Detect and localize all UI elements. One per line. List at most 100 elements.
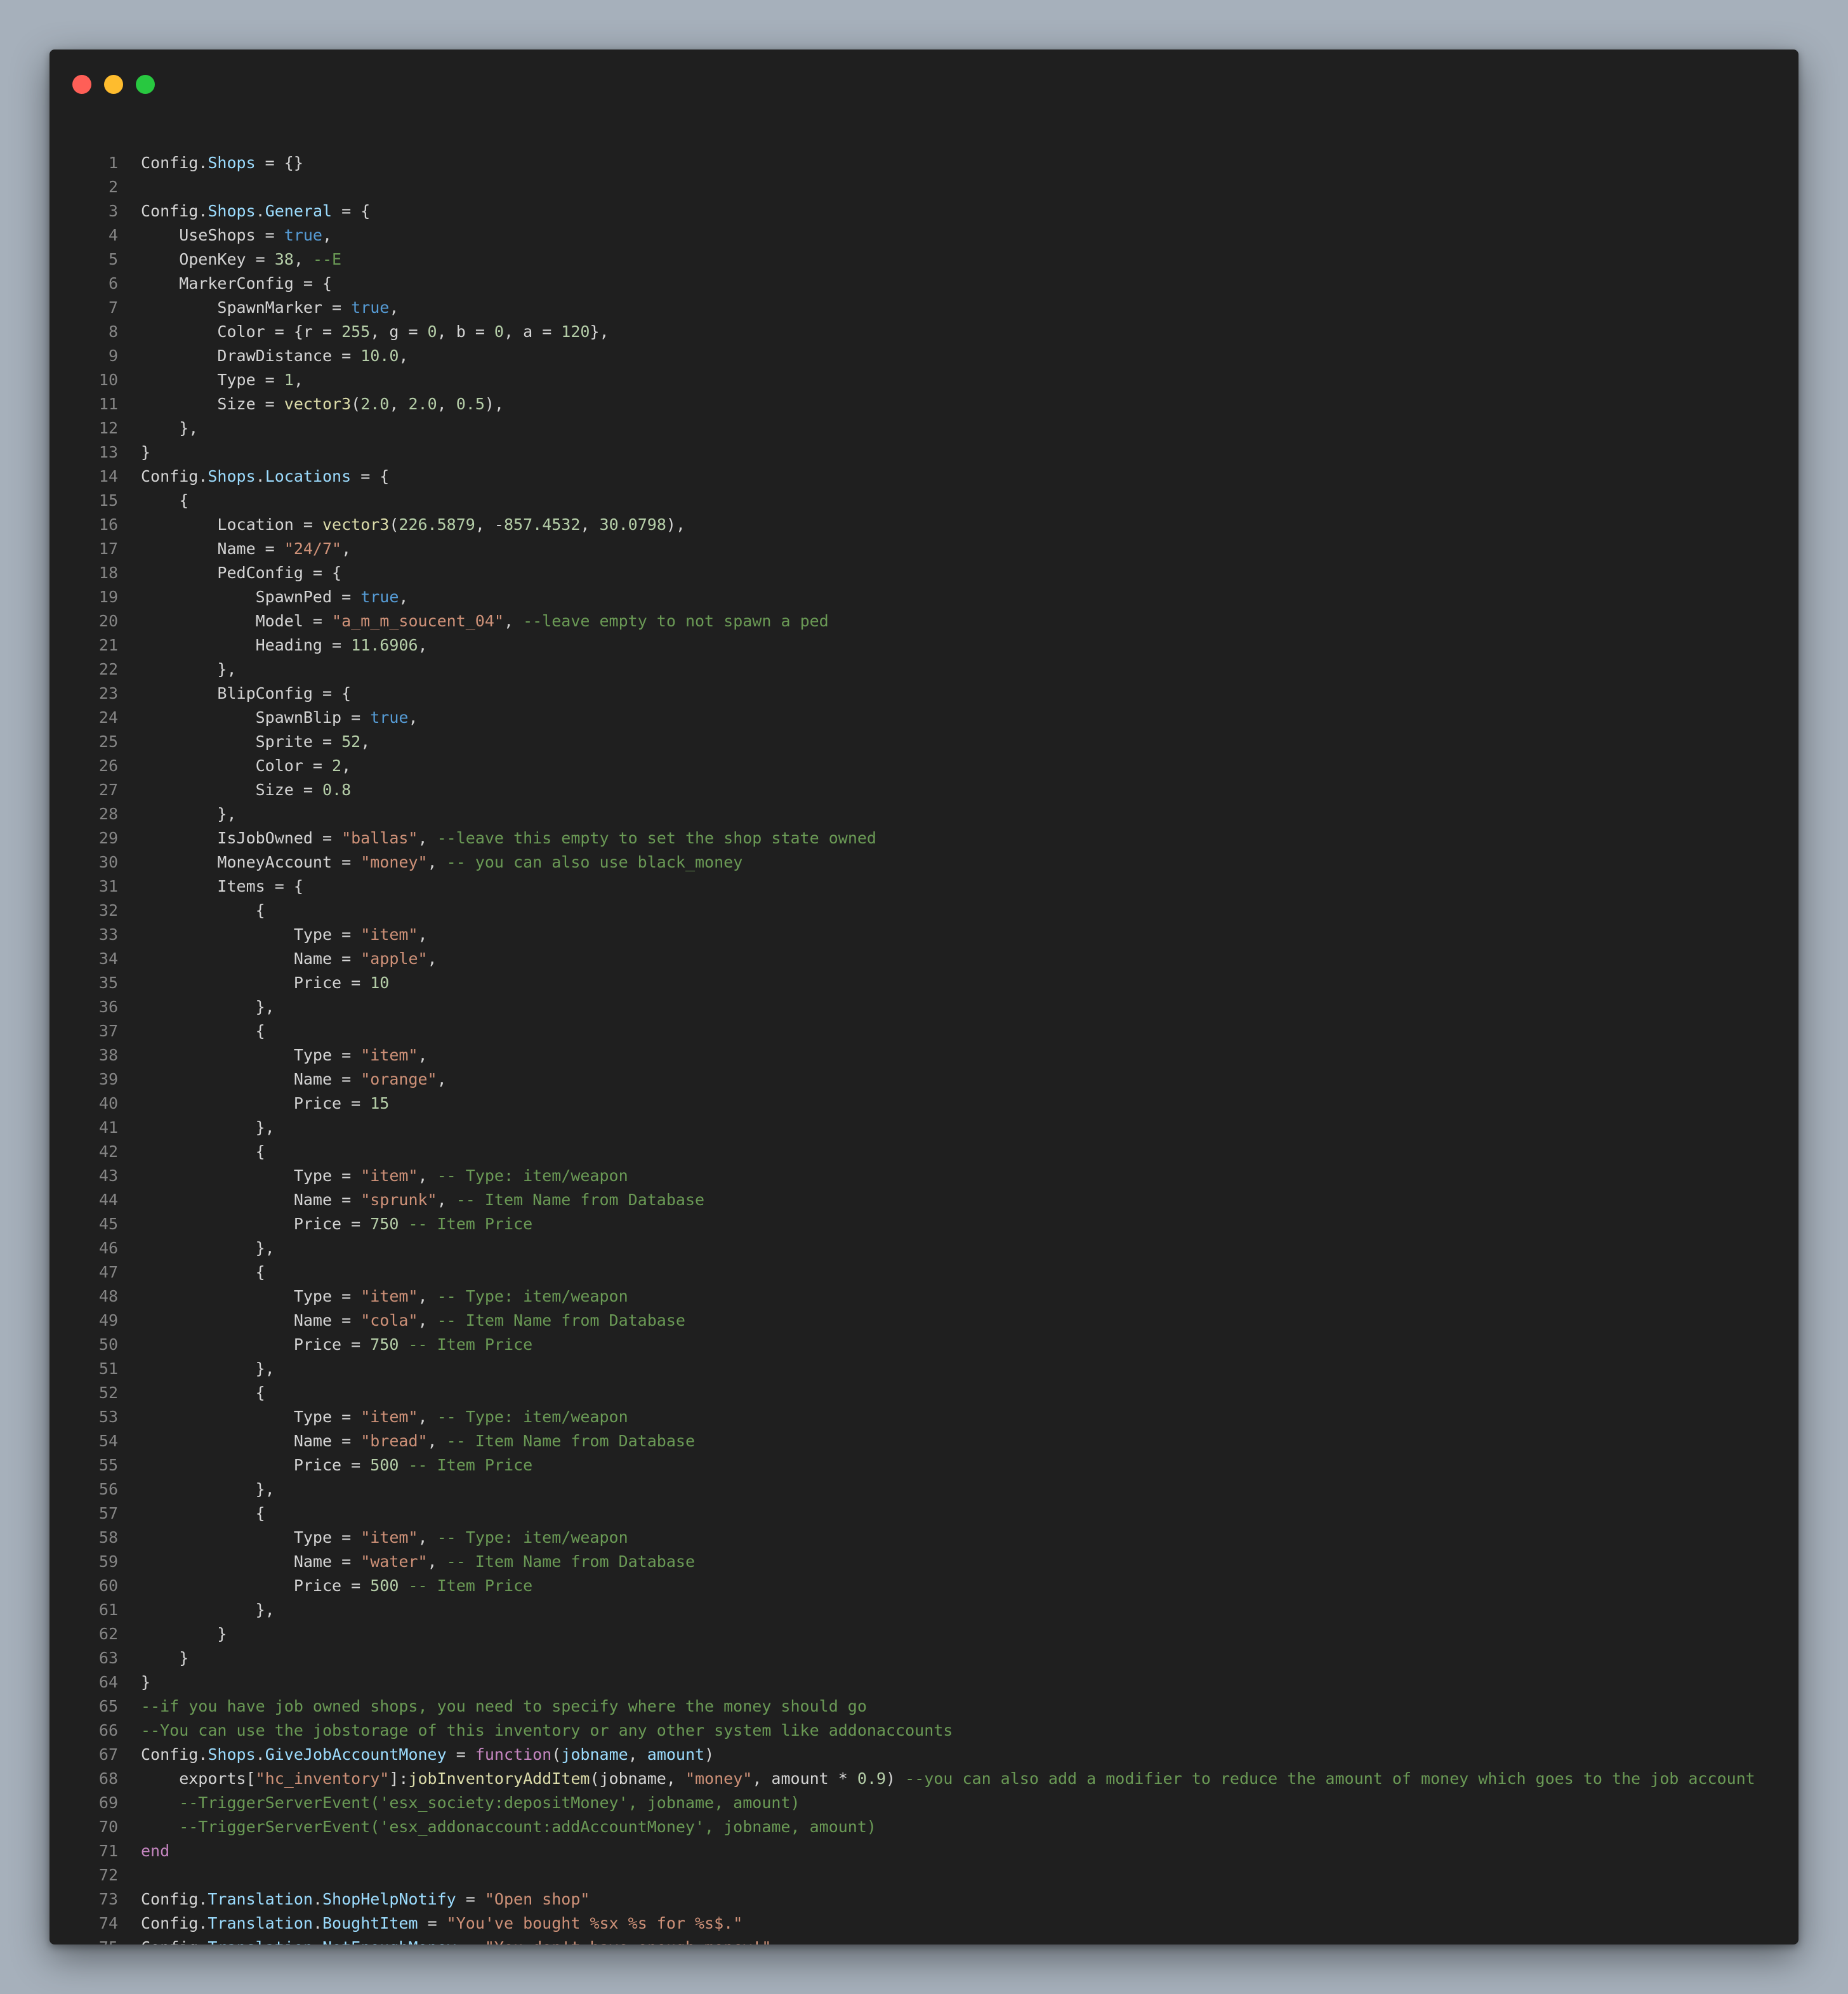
maximize-button[interactable]	[136, 75, 155, 94]
code-line[interactable]: 73 Config.Translation.ShopHelpNotify = "O…	[50, 1887, 1798, 1911]
code-line[interactable]: 2	[50, 175, 1798, 199]
code-line[interactable]: 75Config.Translation.NotEnoughMoney = "Y…	[50, 1936, 1798, 1944]
code-line[interactable]: 67 Config.Shops.GiveJobAccountMoney = fun…	[50, 1743, 1798, 1767]
minimize-button[interactable]	[104, 75, 123, 94]
line-number: 16	[98, 515, 118, 534]
code-line[interactable]: 46 },	[50, 1236, 1798, 1260]
code-line[interactable]: 55 Price = 500 -- Item Price	[50, 1453, 1798, 1477]
code-line[interactable]: 56 },	[50, 1477, 1798, 1502]
code-line[interactable]: 37 {	[50, 1019, 1798, 1043]
code-line[interactable]: 21 Heading = 11.6906,	[50, 633, 1798, 657]
code-line[interactable]: 36 },	[50, 995, 1798, 1019]
code-line[interactable]: 31 Items = {	[50, 875, 1798, 899]
line-number: 75	[50, 1936, 141, 1944]
code-line[interactable]: 68 exports["hc_inventory"]:jobInventoryA…	[50, 1767, 1798, 1791]
code-line[interactable]: 66 --You can use the jobstorage of this i…	[50, 1719, 1798, 1743]
close-button[interactable]	[72, 75, 91, 94]
code-line[interactable]: 38 Type = "item",	[50, 1043, 1798, 1067]
code-line[interactable]: 71 end	[50, 1839, 1798, 1863]
code-line[interactable]: 17 Name = "24/7",	[50, 537, 1798, 561]
code-line[interactable]: 64}	[50, 1670, 1798, 1694]
code-line[interactable]: 60 Price = 500 -- Item Price	[50, 1574, 1798, 1598]
code-line[interactable]: 53 Type = "item", -- Type: item/weapon	[50, 1405, 1798, 1429]
code-line[interactable]: 69 --TriggerServerEvent('esx_society:dep…	[50, 1791, 1798, 1815]
code-line[interactable]: 10 Type = 1,	[50, 368, 1798, 392]
code-line[interactable]: 14 Config.Shops.Locations = {	[50, 465, 1798, 489]
code-line[interactable]: 57 {	[50, 1502, 1798, 1526]
code-token: "item"	[360, 1287, 418, 1305]
code-line[interactable]: 26 Color = 2,	[50, 754, 1798, 778]
code-token: Price =	[141, 1576, 371, 1595]
code-line[interactable]: 52 {	[50, 1381, 1798, 1405]
code-token: )	[704, 1745, 715, 1764]
code-line[interactable]: 5 OpenKey = 38, --E	[50, 248, 1798, 272]
code-line[interactable]: 34 Name = "apple",	[50, 947, 1798, 971]
code-token: Color =	[141, 756, 333, 775]
code-line[interactable]: 20 Model = "a_m_m_soucent_04", --leave e…	[50, 609, 1798, 633]
code-token: true	[370, 708, 409, 727]
code-line[interactable]: 48 Type = "item", -- Type: item/weapon	[50, 1284, 1798, 1309]
code-line[interactable]: 4 UseShops = true,	[50, 223, 1798, 248]
code-line[interactable]: 15 {	[50, 489, 1798, 513]
code-token: {	[141, 1504, 265, 1522]
code-line[interactable]: 1 Config.Shops = {}	[50, 151, 1798, 175]
code-line[interactable]: 58 Type = "item", -- Type: item/weapon	[50, 1526, 1798, 1550]
line-content: {	[141, 489, 1798, 513]
code-line[interactable]: 30 MoneyAccount = "money", -- you can al…	[50, 850, 1798, 875]
code-line[interactable]: 72	[50, 1863, 1798, 1887]
code-token: -- Type: item/weapon	[437, 1287, 628, 1305]
code-line[interactable]: 7 SpawnMarker = true,	[50, 296, 1798, 320]
code-line[interactable]: 29 IsJobOwned = "ballas", --leave this e…	[50, 826, 1798, 850]
line-number: 26	[98, 756, 118, 775]
code-line[interactable]: 22 },	[50, 657, 1798, 682]
code-line[interactable]: 8 Color = {r = 255, g = 0, b = 0, a = 12…	[50, 320, 1798, 344]
code-editor[interactable]: 1 Config.Shops = {} 2 3 Config.Shops.General…	[50, 151, 1798, 1944]
code-line[interactable]: 65 --if you have job owned shops, you nee…	[50, 1694, 1798, 1719]
code-token: "ballas"	[341, 829, 418, 847]
code-line[interactable]: 16 Location = vector3(226.5879, -857.453…	[50, 513, 1798, 537]
line-content: Size = 0.8	[141, 778, 1798, 802]
code-line[interactable]: 11 Size = vector3(2.0, 2.0, 0.5),	[50, 392, 1798, 416]
code-token: ,	[580, 515, 600, 534]
code-line[interactable]: 23 BlipConfig = {	[50, 682, 1798, 706]
code-line[interactable]: 40 Price = 15	[50, 1092, 1798, 1116]
code-line[interactable]: 28 },	[50, 802, 1798, 826]
code-line[interactable]: 54 Name = "bread", -- Item Name from Dat…	[50, 1429, 1798, 1453]
code-line[interactable]: 24 SpawnBlip = true,	[50, 706, 1798, 730]
code-line[interactable]: 19 SpawnPed = true,	[50, 585, 1798, 609]
code-line[interactable]: 35 Price = 10	[50, 971, 1798, 995]
code-line[interactable]: 45 Price = 750 -- Item Price	[50, 1212, 1798, 1236]
code-line[interactable]: 12 },	[50, 416, 1798, 440]
line-number: 36	[98, 998, 118, 1016]
code-line[interactable]: 9 DrawDistance = 10.0,	[50, 344, 1798, 368]
code-line[interactable]: 3 Config.Shops.General = {	[50, 199, 1798, 223]
code-line[interactable]: 61 },	[50, 1598, 1798, 1622]
code-line[interactable]: 6 MarkerConfig = {	[50, 272, 1798, 296]
code-line[interactable]: 27 Size = 0.8	[50, 778, 1798, 802]
code-line[interactable]: 18 PedConfig = {	[50, 561, 1798, 585]
code-token: Price =	[141, 1215, 371, 1233]
code-line[interactable]: 44 Name = "sprunk", -- Item Name from Da…	[50, 1188, 1798, 1212]
code-line[interactable]: 47 {	[50, 1260, 1798, 1284]
code-line[interactable]: 25 Sprite = 52,	[50, 730, 1798, 754]
code-line[interactable]: 62 }	[50, 1622, 1798, 1646]
code-token: Translation	[208, 1890, 313, 1908]
code-token: 2	[332, 756, 342, 775]
code-line[interactable]: 39 Name = "orange",	[50, 1067, 1798, 1092]
code-line[interactable]: 50 Price = 750 -- Item Price	[50, 1333, 1798, 1357]
code-line[interactable]: 33 Type = "item",	[50, 923, 1798, 947]
code-line[interactable]: 51 },	[50, 1357, 1798, 1381]
line-content: Type = "item",	[141, 1043, 1798, 1067]
code-line[interactable]: 32 {	[50, 899, 1798, 923]
code-line[interactable]: 43 Type = "item", -- Type: item/weapon	[50, 1164, 1798, 1188]
code-line[interactable]: 42 {	[50, 1140, 1798, 1164]
code-line[interactable]: 59 Name = "water", -- Item Name from Dat…	[50, 1550, 1798, 1574]
code-line[interactable]: 41 },	[50, 1116, 1798, 1140]
line-content: },	[141, 1477, 1798, 1502]
code-line[interactable]: 49 Name = "cola", -- Item Name from Data…	[50, 1309, 1798, 1333]
code-line[interactable]: 74 Config.Translation.BoughtItem = "You'v…	[50, 1911, 1798, 1936]
code-line[interactable]: 70 --TriggerServerEvent('esx_addonaccoun…	[50, 1815, 1798, 1839]
code-line[interactable]: 63 }	[50, 1646, 1798, 1670]
code-line[interactable]: 13}	[50, 440, 1798, 465]
